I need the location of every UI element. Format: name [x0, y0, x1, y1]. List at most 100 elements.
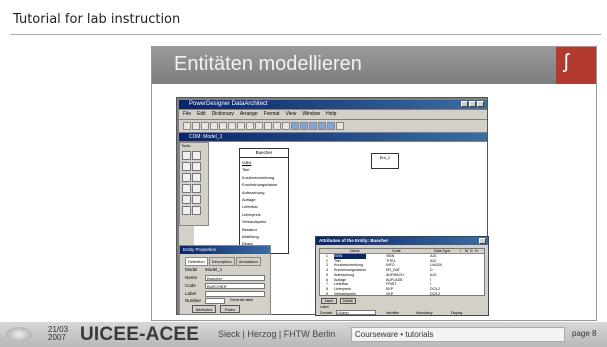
menu-item-edit[interactable]: Edit — [197, 110, 206, 119]
properties-icon[interactable] — [192, 173, 201, 182]
insert-button[interactable]: Insert — [321, 298, 337, 304]
maximize-icon[interactable] — [469, 101, 476, 107]
slide-logo — [556, 47, 596, 84]
close-icon[interactable] — [477, 101, 484, 107]
tab-definition[interactable]: Definition — [185, 257, 208, 266]
properties-title: Entity Properties — [180, 246, 270, 254]
text-tool-icon[interactable] — [192, 184, 201, 193]
grabber-icon[interactable] — [192, 151, 201, 160]
new-icon[interactable] — [183, 122, 191, 130]
display-checkbox[interactable]: Display — [451, 311, 462, 315]
undo-icon[interactable] — [246, 122, 254, 130]
menu-item-format[interactable]: Format — [264, 110, 280, 119]
col-header-i: I — [460, 249, 461, 253]
model-window-title: CDM: Model_1 — [179, 133, 487, 141]
entity-attributes: ISBN Titel Kurzbeschreibung Erscheinungs… — [242, 159, 277, 248]
line-tool-icon[interactable] — [182, 206, 191, 215]
entity-attribute: Titel — [242, 167, 250, 173]
entity-tool-icon[interactable] — [182, 184, 191, 193]
footer-course-label: Courseware • tutorials — [351, 327, 565, 342]
col-header-n: N — [475, 249, 478, 253]
name-column: ISBN Titel Kurzbeschreibung Erscheinungs… — [334, 254, 366, 296]
cell-code[interactable]: VKP — [386, 292, 404, 297]
page-header: Tutorial for lab instruction — [0, 0, 607, 40]
domain-select[interactable]: <None> — [336, 310, 376, 315]
menu-item-view[interactable]: View — [286, 110, 297, 119]
entity-attribute: Abteilung — [242, 234, 259, 240]
open-icon[interactable] — [192, 122, 200, 130]
cut-icon[interactable] — [219, 122, 227, 130]
generate-table-checkbox[interactable]: Generate table — [230, 298, 253, 302]
entity-box-2[interactable]: Ent_2 — [371, 153, 399, 169]
cell-code[interactable]: AUFMACH — [386, 273, 404, 278]
entity-properties-panel: Entity Properties Definition Description… — [179, 245, 271, 315]
name-label: Name — [185, 275, 198, 280]
menu-item-help[interactable]: Help — [326, 110, 336, 119]
delete-button[interactable]: Delete — [340, 298, 356, 304]
table-rows: 1 2 3 4 5 6 7 8 9 ISBN Titel Kurzbeschre… — [320, 254, 484, 296]
footer-page-number: page 8 — [572, 329, 597, 338]
name-field[interactable]: Buecher — [205, 275, 265, 281]
print-icon[interactable] — [210, 122, 218, 130]
mandatory-checkbox[interactable]: Mandatory — [416, 311, 433, 315]
code-field[interactable]: BUECHER — [205, 283, 265, 289]
type-column: A15 A20 LVA200 D A10 I I DC5,2 DC5,2 — [430, 254, 442, 296]
label-field[interactable] — [205, 291, 265, 297]
col-header-type: Data Type — [434, 249, 451, 253]
attributes-button[interactable]: Attributes — [192, 305, 216, 313]
menu-item-dictionary[interactable]: Dictionary — [212, 110, 234, 119]
identifier-checkbox[interactable]: Identifier — [386, 311, 399, 315]
tab-annotation[interactable]: Annotation — [235, 257, 261, 266]
menu-bar: File Edit Dictionary Arrange Format View… — [179, 110, 487, 119]
code-label: Code — [185, 283, 196, 288]
save-icon[interactable] — [201, 122, 209, 130]
distribute-icon[interactable] — [318, 122, 326, 130]
app-screenshot: PowerDesigner DataArchitect File Edit Di… — [176, 97, 489, 316]
paste-icon[interactable] — [237, 122, 245, 130]
display-icon[interactable] — [291, 122, 299, 130]
entity-attribute: Erscheinungsdatum — [242, 182, 278, 188]
domain-label: Domain — [320, 311, 333, 315]
col-header-code: Code — [392, 249, 401, 253]
generate-icon[interactable] — [282, 122, 290, 130]
entity-divider — [240, 157, 288, 158]
check-model-icon[interactable] — [273, 122, 281, 130]
zoom-icon[interactable] — [182, 162, 191, 171]
zoom-out-icon[interactable] — [264, 122, 272, 130]
rectangle-tool-icon[interactable] — [192, 206, 201, 215]
help-icon[interactable] — [336, 122, 344, 130]
label-label: Label — [320, 305, 329, 309]
delete-icon[interactable] — [182, 173, 191, 182]
label-label: Label — [185, 291, 197, 296]
page-title: Tutorial for lab instruction — [13, 12, 181, 27]
move-icon[interactable] — [192, 162, 201, 171]
tool-palette: Tools — [179, 142, 209, 226]
tab-description[interactable]: Description — [208, 257, 235, 266]
model-value: Model_1 — [205, 267, 223, 272]
properties-tabs: Definition Description Annotation — [185, 257, 261, 266]
entity-box[interactable]: Buecher ISBN Titel Kurzbeschreibung Ersc… — [239, 148, 289, 254]
menu-item-window[interactable]: Window — [302, 110, 320, 119]
number-label: Number — [185, 298, 202, 303]
relationship-tool-icon[interactable] — [182, 195, 191, 204]
cell-name[interactable]: Verkaufspreis — [334, 292, 366, 297]
minimize-icon[interactable] — [461, 101, 468, 107]
entity-title: Buecher — [255, 150, 273, 155]
globe-icon — [6, 327, 32, 342]
rules-button[interactable]: Rules — [220, 305, 240, 313]
number-field[interactable] — [205, 298, 225, 304]
menu-item-file[interactable]: File — [183, 110, 191, 119]
cell-type[interactable]: DC5,2 — [430, 292, 442, 297]
zoom-in-icon[interactable] — [255, 122, 263, 130]
inheritance-tool-icon[interactable] — [192, 195, 201, 204]
font-icon[interactable] — [327, 122, 335, 130]
footer-bar: 21/03 2007 UICEE-ACEE Sieck | Herzog | F… — [0, 322, 607, 347]
align-icon[interactable] — [309, 122, 317, 130]
entity-attribute: Lieferpreis — [242, 211, 261, 217]
col-header-name: Name — [350, 249, 360, 253]
dialog-close-icon[interactable] — [479, 238, 486, 244]
grid-icon[interactable] — [300, 122, 308, 130]
copy-icon[interactable] — [228, 122, 236, 130]
pointer-icon[interactable] — [182, 151, 191, 160]
menu-item-arrange[interactable]: Arrange — [240, 110, 258, 119]
